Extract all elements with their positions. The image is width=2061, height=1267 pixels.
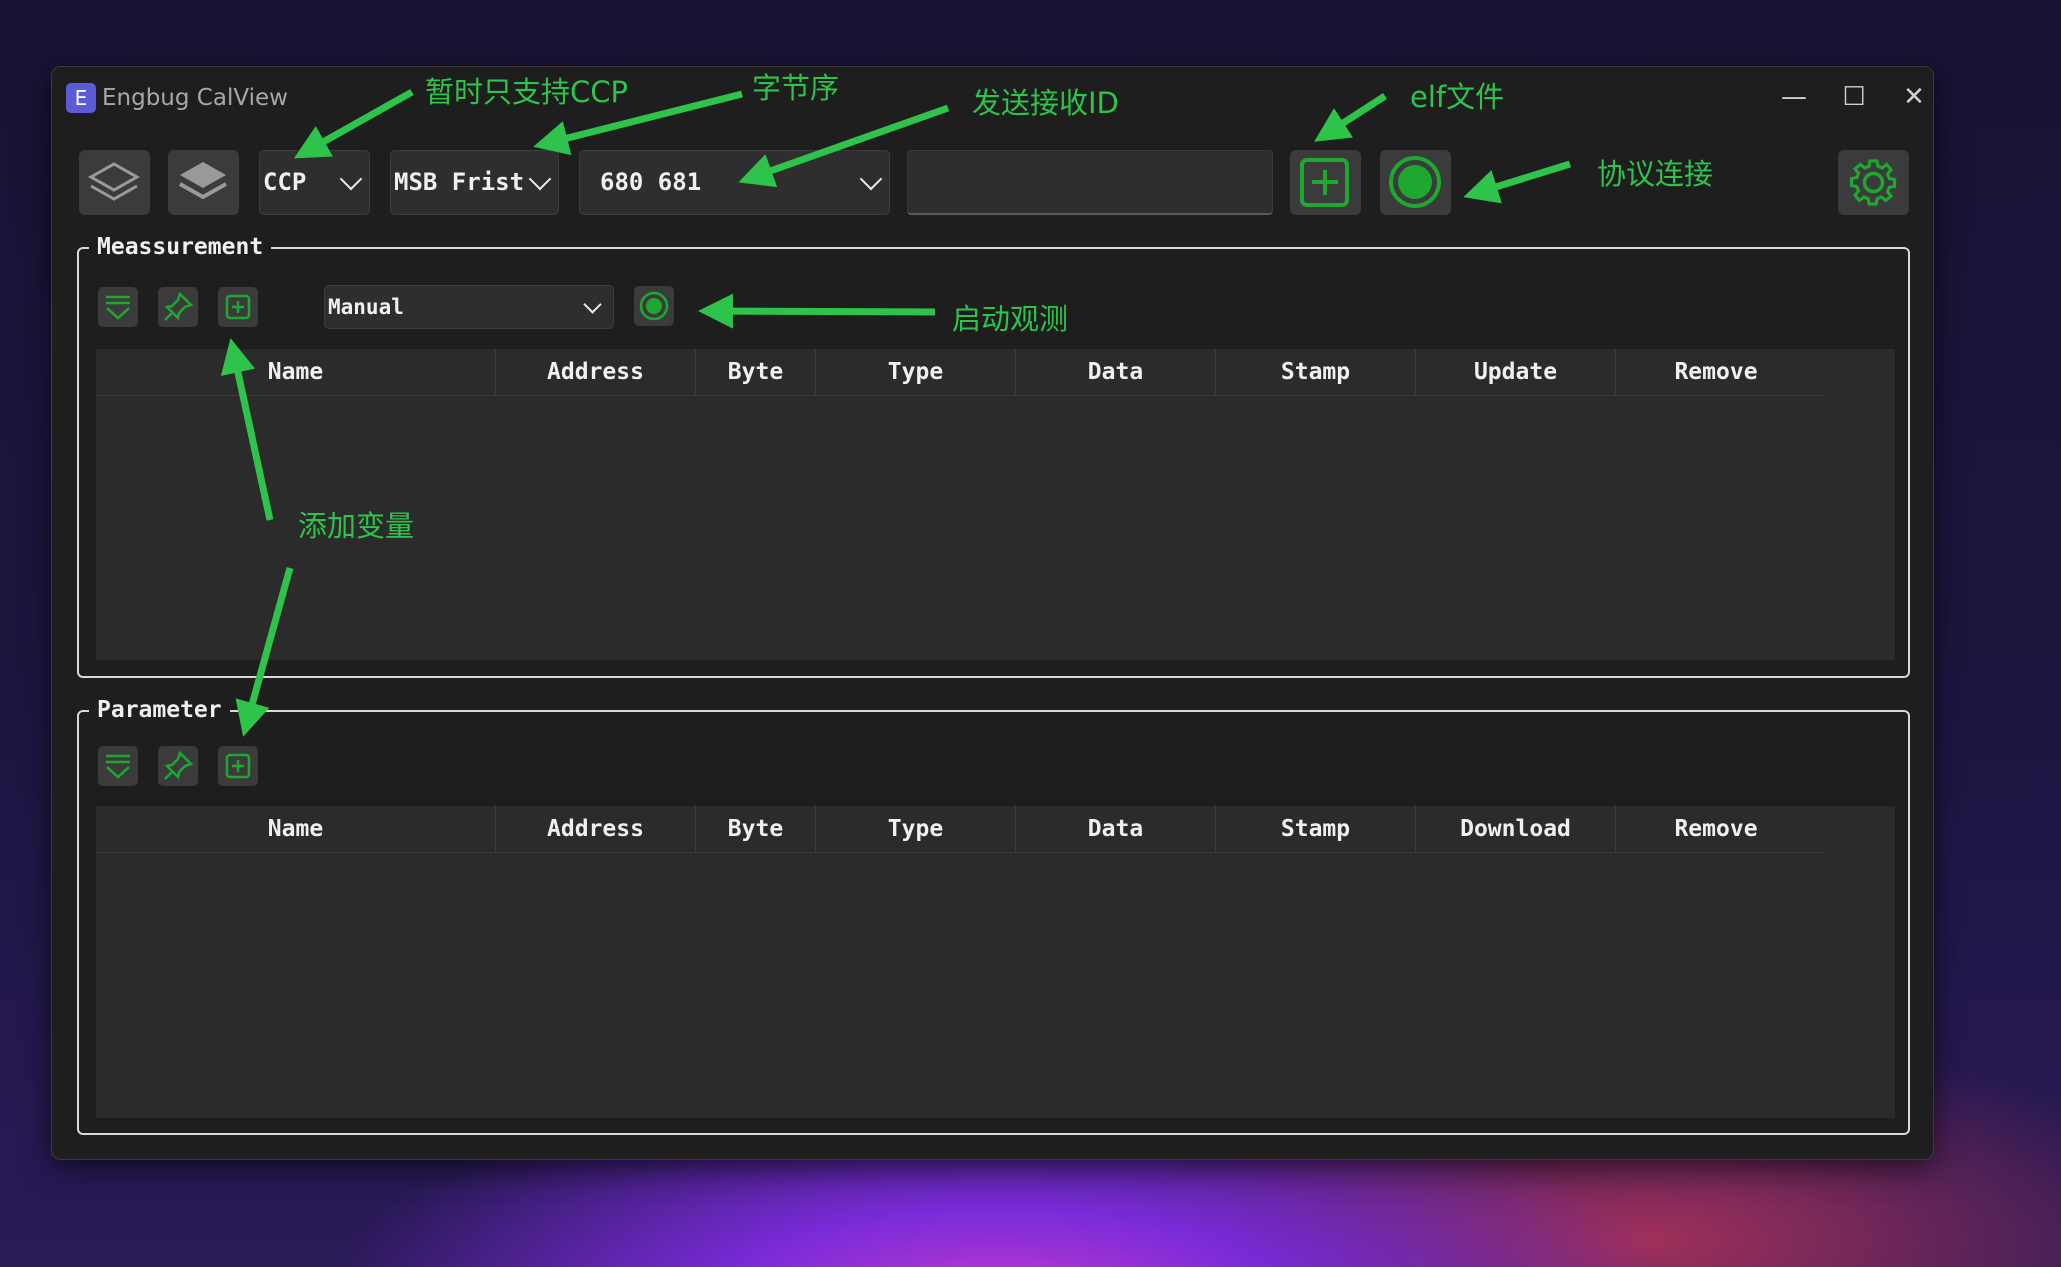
arrow-start-observe bbox=[698, 293, 936, 329]
arrow-add-variable-down bbox=[235, 567, 294, 737]
arrow-ids bbox=[738, 104, 950, 188]
annotation-start-observe: 启动观测 bbox=[952, 302, 1069, 336]
arrow-ccp bbox=[293, 88, 414, 159]
annotation-byte-order: 字节序 bbox=[752, 71, 840, 105]
annotation-arrows bbox=[220, 88, 1572, 737]
annotation-elf-file: elf文件 bbox=[1410, 80, 1505, 114]
annotation-send-recv-id: 发送接收ID bbox=[972, 86, 1119, 120]
arrow-connect bbox=[1463, 160, 1572, 204]
annotation-add-variable: 添加变量 bbox=[298, 509, 415, 543]
arrow-elf bbox=[1314, 93, 1387, 142]
annotation-protocol-connect: 协议连接 bbox=[1597, 157, 1714, 191]
arrow-add-variable-up bbox=[220, 338, 274, 521]
annotation-ccp-only: 暂时只支持CCP bbox=[425, 75, 628, 109]
